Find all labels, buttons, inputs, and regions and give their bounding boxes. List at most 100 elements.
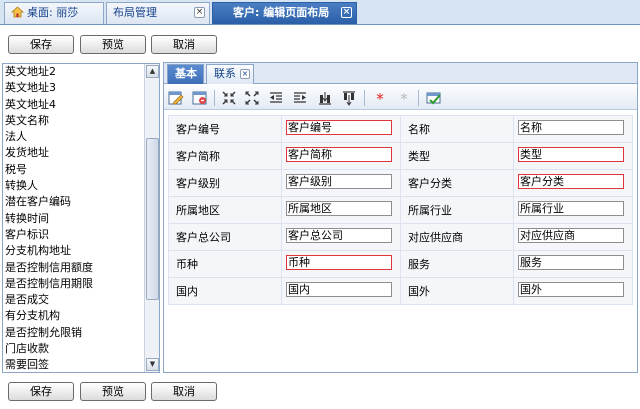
list-item[interactable]: 客户标识	[3, 227, 145, 243]
field-cell: 客户简称	[280, 142, 401, 170]
form-row: 客户简称 客户简称 类型 类型	[168, 142, 634, 170]
collapse-icon[interactable]	[221, 90, 237, 106]
field-input[interactable]: 对应供应商	[517, 228, 624, 243]
list-item[interactable]: 转换人	[3, 178, 145, 194]
field-list: 英文地址2 英文地址3 英文地址4 英文名称 法人 发货地址 税号 转换人 潜在客户编码 转换时间…	[3, 64, 145, 372]
preview-button[interactable]: 预览	[80, 35, 146, 54]
tab-basic[interactable]: 基本	[167, 64, 204, 84]
field-cell: 对应供应商	[512, 223, 634, 251]
field-label: 对应供应商	[399, 223, 514, 251]
field-input[interactable]: 客户总公司	[285, 228, 392, 243]
layout-editor-panel: 基本 联系 × * * 客户编号 客户编号 名称 名称 客户简称 客户简称 类型…	[163, 62, 638, 373]
form-row: 币种 币种 服务 服务	[168, 250, 634, 278]
list-item[interactable]: 是否成交	[3, 292, 145, 308]
field-cell: 所属地区	[280, 196, 401, 224]
tab-contact[interactable]: 联系 ×	[206, 64, 254, 84]
required-field-input[interactable]: 币种	[285, 255, 392, 270]
toolbar-separator	[364, 90, 365, 106]
tab-desktop[interactable]: 桌面: 丽莎	[4, 2, 104, 24]
field-input[interactable]: 所属地区	[285, 201, 392, 216]
cancel-button[interactable]: 取消	[151, 35, 217, 54]
field-label: 客户简称	[168, 142, 282, 170]
field-cell: 类型	[512, 142, 634, 170]
list-item[interactable]: 潜在客户编码	[3, 194, 145, 210]
top-tab-bar: 桌面: 丽莎 布局管理 × 客户: 编辑页面布局 ×	[0, 0, 640, 25]
scroll-down-icon[interactable]: ▼	[146, 358, 159, 371]
list-item[interactable]: 需要回签	[3, 357, 145, 372]
tab-customer-edit-layout-label: 客户: 编辑页面布局	[233, 6, 330, 19]
toolbar-separator	[418, 90, 419, 106]
field-label: 币种	[168, 250, 282, 278]
field-cell: 客户级别	[280, 169, 401, 197]
save-button[interactable]: 保存	[8, 382, 74, 401]
tab-desktop-label: 桌面: 丽莎	[27, 6, 79, 19]
form-row: 客户总公司 客户总公司 对应供应商 对应供应商	[168, 223, 634, 251]
list-item[interactable]: 法人	[3, 129, 145, 145]
svg-text:*: *	[376, 90, 384, 106]
tab-basic-label: 基本	[175, 67, 197, 80]
list-item[interactable]: 英文名称	[3, 113, 145, 129]
required-field-input[interactable]: 客户编号	[285, 120, 392, 135]
tab-customer-edit-layout[interactable]: 客户: 编辑页面布局 ×	[212, 2, 357, 24]
apply-icon[interactable]	[426, 90, 442, 106]
scrollbar-thumb[interactable]	[146, 138, 159, 300]
field-input[interactable]: 所属行业	[517, 201, 624, 216]
field-label: 客户总公司	[168, 223, 282, 251]
indent-left-icon[interactable]	[268, 90, 284, 106]
field-cell: 服务	[512, 250, 634, 278]
tab-contact-label: 联系	[214, 67, 236, 80]
list-item[interactable]: 有分支机构	[3, 308, 145, 324]
list-item[interactable]: 是否控制信用额度	[3, 260, 145, 276]
field-label: 名称	[399, 115, 514, 143]
expand-icon[interactable]	[244, 90, 260, 106]
align-bottom-icon[interactable]	[341, 90, 357, 106]
list-item[interactable]: 转换时间	[3, 211, 145, 227]
list-item[interactable]: 发货地址	[3, 145, 145, 161]
close-icon[interactable]: ×	[240, 69, 250, 79]
toolbar-separator	[214, 90, 215, 106]
save-button[interactable]: 保存	[8, 35, 74, 54]
layout-toolbar: * *	[164, 86, 637, 110]
layout-form-grid: 客户编号 客户编号 名称 名称 客户简称 客户简称 类型 类型 客户级别 客户级别 客户分类 客户分类…	[168, 115, 634, 305]
field-label: 国外	[399, 277, 514, 305]
required-field-input[interactable]: 客户分类	[517, 174, 624, 189]
cancel-button[interactable]: 取消	[151, 382, 217, 401]
list-item[interactable]: 税号	[3, 162, 145, 178]
delete-layout-icon[interactable]	[192, 90, 208, 106]
field-cell: 名称	[512, 115, 634, 143]
preview-button[interactable]: 预览	[80, 382, 146, 401]
field-cell: 客户编号	[280, 115, 401, 143]
tab-layout-manage[interactable]: 布局管理 ×	[106, 2, 210, 24]
list-item[interactable]: 分支机构地址	[3, 243, 145, 259]
close-icon[interactable]: ×	[341, 7, 352, 18]
svg-text:*: *	[400, 90, 408, 106]
form-row: 所属地区 所属地区 所属行业 所属行业	[168, 196, 634, 224]
list-item[interactable]: 英文地址4	[3, 97, 145, 113]
home-icon	[10, 5, 25, 18]
required-on-icon[interactable]: *	[372, 90, 388, 108]
list-item[interactable]: 英文地址3	[3, 80, 145, 96]
form-row: 国内 国内 国外 国外	[168, 277, 634, 305]
list-item[interactable]: 英文地址2	[3, 64, 145, 80]
field-label: 国内	[168, 277, 282, 305]
close-icon[interactable]: ×	[194, 7, 205, 18]
align-top-icon[interactable]	[317, 90, 333, 106]
field-cell: 客户分类	[512, 169, 634, 197]
indent-right-icon[interactable]	[292, 90, 308, 106]
field-input[interactable]: 国外	[517, 282, 624, 297]
list-item[interactable]: 门店收款	[3, 341, 145, 357]
required-field-input[interactable]: 客户简称	[285, 147, 392, 162]
field-list-panel: 英文地址2 英文地址3 英文地址4 英文名称 法人 发货地址 税号 转换人 潜在客户编码 转换时间…	[2, 63, 160, 373]
vertical-scrollbar[interactable]: ▲ ▼	[144, 64, 159, 372]
section-tabs: 基本 联系 ×	[164, 63, 637, 84]
edit-layout-icon[interactable]	[168, 90, 184, 106]
field-input[interactable]: 国内	[285, 282, 392, 297]
field-input[interactable]: 名称	[517, 120, 624, 135]
required-field-input[interactable]: 类型	[517, 147, 624, 162]
list-item[interactable]: 是否控制信用期限	[3, 276, 145, 292]
required-off-icon[interactable]: *	[396, 90, 412, 108]
list-item[interactable]: 是否控制允限销	[3, 325, 145, 341]
field-input[interactable]: 客户级别	[285, 174, 392, 189]
field-input[interactable]: 服务	[517, 255, 624, 270]
scroll-up-icon[interactable]: ▲	[146, 65, 159, 78]
